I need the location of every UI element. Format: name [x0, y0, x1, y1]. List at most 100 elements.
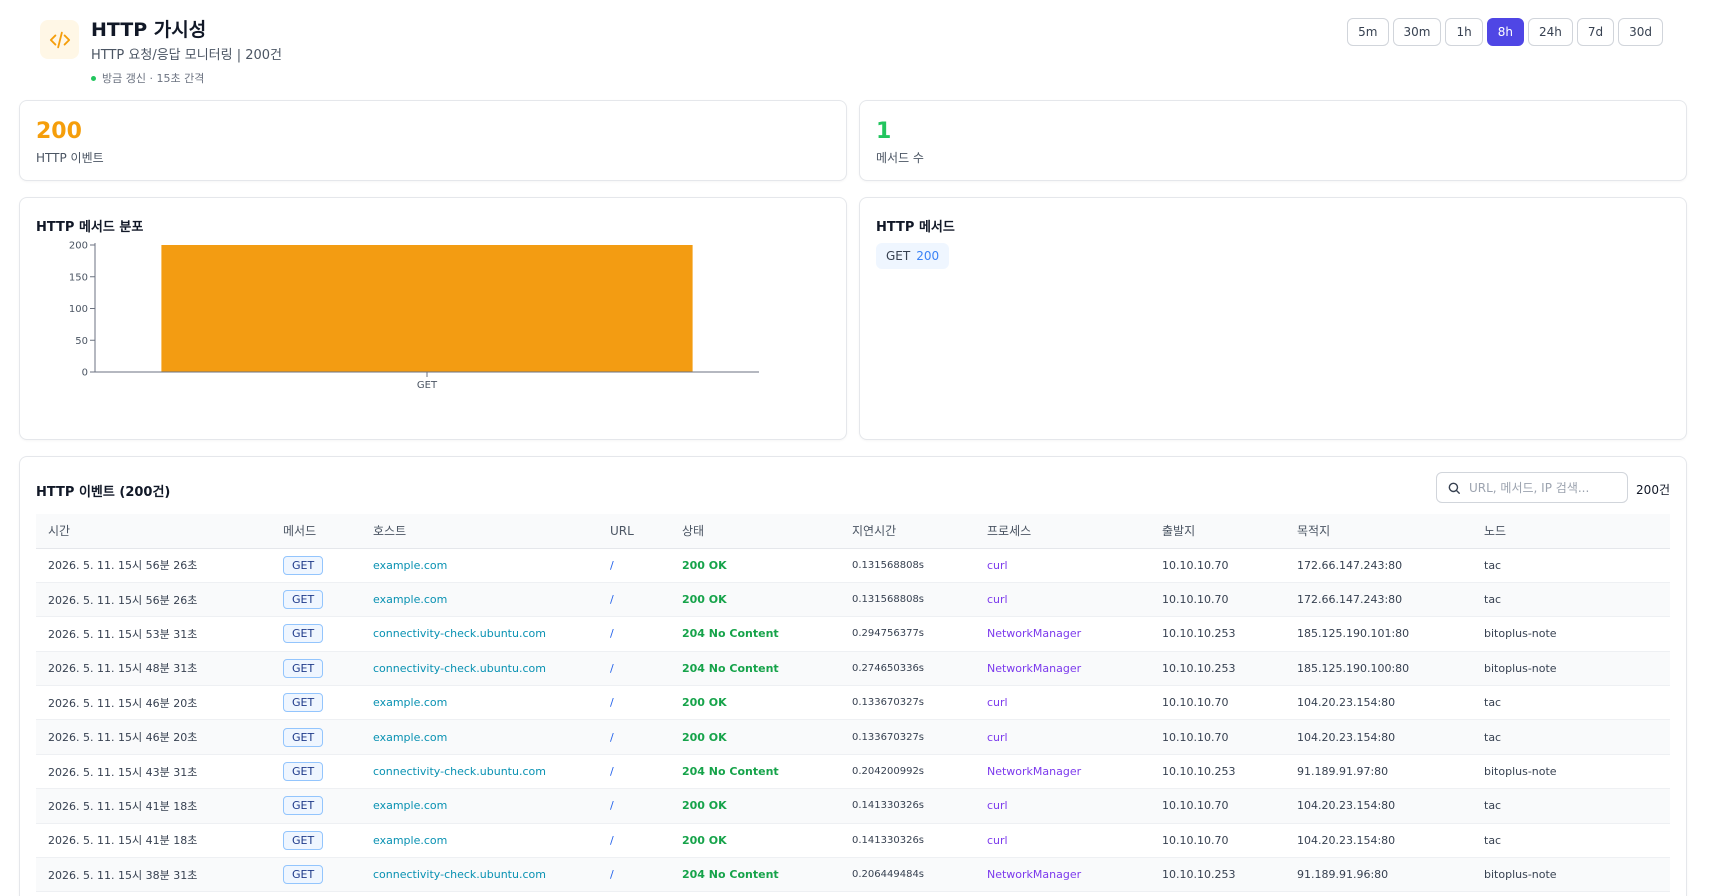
- cell-process[interactable]: NetworkManager: [975, 651, 1150, 685]
- cell-process[interactable]: curl: [975, 582, 1150, 616]
- cell-url[interactable]: /: [598, 686, 670, 720]
- column-header-node[interactable]: 노드: [1472, 514, 1670, 549]
- column-header-status[interactable]: 상태: [670, 514, 840, 549]
- cell-process[interactable]: NetworkManager: [975, 617, 1150, 651]
- column-header-method[interactable]: 메서드: [271, 514, 361, 549]
- cell-url[interactable]: /: [598, 651, 670, 685]
- cell-method: GET: [271, 582, 361, 616]
- cell-node: tac: [1484, 696, 1502, 710]
- cell-latency: 0.294756377s: [852, 628, 925, 640]
- column-header-latency[interactable]: 지연시간: [840, 514, 975, 549]
- cell-status: 200 OK: [682, 558, 727, 572]
- column-header-host[interactable]: 호스트: [361, 514, 598, 549]
- cell-host[interactable]: example.com: [361, 686, 598, 720]
- cell-latency: 0.206449484s: [852, 869, 925, 881]
- method-badge: GET: [283, 830, 324, 850]
- cell-node: tac: [1484, 558, 1502, 572]
- cell-latency: 0.131568808s: [852, 594, 925, 606]
- cell-source: 10.10.10.70: [1162, 833, 1229, 847]
- method-badge: GET: [283, 590, 324, 610]
- time-range-30d[interactable]: 30d: [1618, 18, 1663, 46]
- table-row[interactable]: 2026. 5. 11. 15시 48분 31초 GET connectivity-…: [36, 651, 1670, 686]
- table-row[interactable]: 2026. 5. 11. 15시 46분 20초 GET example.com/ 2…: [36, 686, 1670, 720]
- cell-url[interactable]: /: [598, 548, 670, 582]
- table-row[interactable]: 2026. 5. 11. 15시 38분 31초 GET connectivity-…: [36, 857, 1670, 892]
- column-header-source[interactable]: 출발지: [1150, 514, 1285, 549]
- cell-host[interactable]: example.com: [361, 582, 598, 616]
- cell-host[interactable]: connectivity-check.ubuntu.com: [361, 754, 598, 788]
- stat-methods-value: 1: [876, 119, 892, 144]
- cell-process[interactable]: curl: [975, 823, 1150, 857]
- cell-node: tac: [1484, 730, 1502, 744]
- stat-card-events: 200 HTTP 이벤트: [19, 100, 847, 181]
- cell-destination: 91.189.91.96:80: [1297, 868, 1389, 882]
- cell-host[interactable]: example.com: [361, 789, 598, 823]
- cell-source: 10.10.10.70: [1162, 799, 1229, 813]
- cell-host[interactable]: example.com: [361, 548, 598, 582]
- search-box: [1436, 472, 1628, 503]
- cell-host[interactable]: connectivity-check.ubuntu.com: [361, 858, 598, 892]
- cell-url[interactable]: /: [598, 823, 670, 857]
- table-row[interactable]: 2026. 5. 11. 15시 56분 26초 GET example.com/ 2…: [36, 582, 1670, 617]
- cell-status: 200 OK: [682, 833, 727, 847]
- cell-destination: 185.125.190.101:80: [1297, 627, 1410, 641]
- cell-url[interactable]: /: [598, 858, 670, 892]
- cell-url[interactable]: /: [598, 720, 670, 754]
- cell-node: bitoplus-note: [1484, 627, 1557, 641]
- cell-time: 2026. 5. 11. 15시 46분 20초: [48, 696, 198, 710]
- cell-time: 2026. 5. 11. 15시 56분 26초: [48, 593, 198, 607]
- time-range-7d[interactable]: 7d: [1576, 18, 1615, 46]
- cell-node: bitoplus-note: [1484, 868, 1557, 882]
- cell-destination: 172.66.147.243:80: [1297, 593, 1403, 607]
- cell-url[interactable]: /: [598, 789, 670, 823]
- column-header-destination[interactable]: 목적지: [1285, 514, 1472, 549]
- cell-process[interactable]: curl: [975, 789, 1150, 823]
- column-header-url[interactable]: URL: [598, 514, 670, 549]
- y-tick-label: 200: [69, 241, 88, 252]
- cell-time: 2026. 5. 11. 15시 56분 26초: [48, 559, 198, 573]
- cell-url[interactable]: /: [598, 754, 670, 788]
- time-range-1h[interactable]: 1h: [1445, 18, 1483, 46]
- table-row[interactable]: 2026. 5. 11. 15시 41분 18초 GET example.com/ 2…: [36, 823, 1670, 858]
- table-row[interactable]: 2026. 5. 11. 15시 56분 26초 GET example.com/ 2…: [36, 548, 1670, 583]
- column-header-time[interactable]: 시간: [36, 514, 271, 549]
- refresh-status: 방금 갱신 · 15초 간격: [91, 70, 282, 86]
- cell-method: GET: [271, 548, 361, 582]
- time-range-5m[interactable]: 5m: [1347, 18, 1389, 46]
- cell-process[interactable]: curl: [975, 720, 1150, 754]
- cell-time: 2026. 5. 11. 15시 48분 31초: [48, 662, 198, 676]
- cell-host[interactable]: connectivity-check.ubuntu.com: [361, 651, 598, 685]
- time-range-selector: 5m 30m 1h 8h 24h 7d 30d: [1347, 18, 1663, 46]
- cell-method: GET: [271, 754, 361, 788]
- cell-host[interactable]: example.com: [361, 720, 598, 754]
- cell-latency: 0.133670327s: [852, 731, 925, 743]
- y-tick-label: 50: [75, 336, 88, 347]
- cell-process[interactable]: curl: [975, 686, 1150, 720]
- cell-node: tac: [1484, 593, 1502, 607]
- search-input[interactable]: [1469, 480, 1619, 495]
- bar-get[interactable]: [161, 245, 693, 372]
- time-range-30m[interactable]: 30m: [1392, 18, 1442, 46]
- methods-card: HTTP 메서드 GET 200: [859, 197, 1687, 440]
- cell-destination: 172.66.147.243:80: [1297, 558, 1403, 572]
- cell-url[interactable]: /: [598, 617, 670, 651]
- method-badge: GET: [283, 796, 324, 816]
- cell-url[interactable]: /: [598, 582, 670, 616]
- method-chip-get[interactable]: GET 200: [876, 243, 950, 269]
- cell-source: 10.10.10.253: [1162, 661, 1236, 675]
- cell-process[interactable]: curl: [975, 548, 1150, 582]
- time-range-24h[interactable]: 24h: [1527, 18, 1573, 46]
- y-tick-label: 0: [82, 368, 88, 379]
- cell-time: 2026. 5. 11. 15시 53분 31초: [48, 627, 198, 641]
- table-row[interactable]: 2026. 5. 11. 15시 41분 18초 GET example.com/ 2…: [36, 788, 1670, 824]
- cell-process[interactable]: NetworkManager: [975, 754, 1150, 788]
- column-header-process[interactable]: 프로세스: [975, 514, 1150, 549]
- table-row[interactable]: 2026. 5. 11. 15시 46분 20초 GET example.com/ 2…: [36, 719, 1670, 755]
- time-range-8h[interactable]: 8h: [1486, 18, 1524, 46]
- cell-host[interactable]: connectivity-check.ubuntu.com: [361, 617, 598, 651]
- cell-process[interactable]: NetworkManager: [975, 858, 1150, 892]
- cell-host[interactable]: example.com: [361, 823, 598, 857]
- table-row[interactable]: 2026. 5. 11. 15시 43분 31초 GET connectivity-…: [36, 754, 1670, 789]
- page-subtitle: HTTP 요청/응답 모니터링 | 200건: [91, 48, 283, 63]
- table-row[interactable]: 2026. 5. 11. 15시 53분 31초 GET connectivity-…: [36, 617, 1670, 652]
